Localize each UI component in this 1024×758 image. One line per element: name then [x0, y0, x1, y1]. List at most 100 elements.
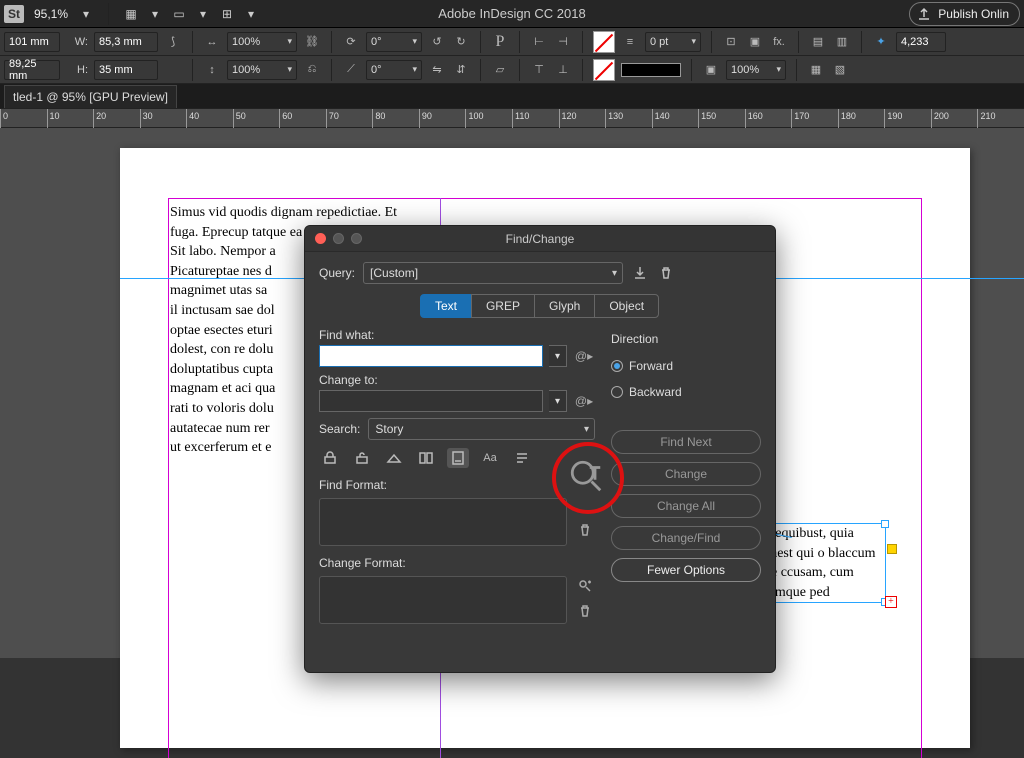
numeric-field[interactable]: 4,233 [896, 32, 946, 52]
divider [861, 31, 862, 53]
text-wrap-jump-icon[interactable]: ▧ [831, 61, 849, 79]
tab-glyph[interactable]: Glyph [534, 294, 595, 318]
query-dropdown[interactable]: [Custom] [363, 262, 623, 284]
query-label: Query: [319, 266, 355, 280]
dropdown-icon[interactable]: ▾ [147, 6, 163, 22]
search-scope-dropdown[interactable]: Story [368, 418, 595, 440]
divider [519, 31, 520, 53]
include-locked-stories-icon[interactable] [351, 448, 373, 468]
frame-handle[interactable] [881, 520, 889, 528]
find-format-box[interactable] [319, 498, 567, 546]
clear-change-format-icon[interactable] [577, 603, 593, 622]
save-query-icon[interactable] [631, 264, 649, 282]
forward-label: Forward [629, 359, 673, 373]
chain-icon[interactable]: ⛓ [303, 33, 321, 51]
center-content-icon[interactable]: ▣ [702, 61, 720, 79]
dropdown-icon[interactable]: ▾ [195, 6, 211, 22]
transform-icon[interactable]: ✦ [872, 33, 890, 51]
divider [108, 3, 109, 25]
delete-query-icon[interactable] [657, 264, 675, 282]
flip-horizontal-icon[interactable]: ⇋ [428, 61, 446, 79]
align-centers-icon[interactable]: ⊣ [554, 33, 572, 51]
document-tab[interactable]: tled-1 @ 95% [GPU Preview] [4, 85, 177, 108]
change-all-button[interactable]: Change All [611, 494, 761, 518]
fit-frame-icon[interactable]: ▣ [746, 33, 764, 51]
change-format-box[interactable] [319, 576, 567, 624]
dialog-titlebar[interactable]: Find/Change [305, 226, 775, 252]
screen-mode-icon[interactable]: ▭ [171, 6, 187, 22]
flip-vertical-icon[interactable]: ⇵ [452, 61, 470, 79]
align-top-icon[interactable]: ⊤ [530, 61, 548, 79]
specify-change-format-icon[interactable] [577, 578, 593, 597]
special-chars-icon[interactable]: @▸ [573, 394, 595, 408]
maximize-icon[interactable] [351, 233, 362, 244]
align-left-edges-icon[interactable]: ⊢ [530, 33, 548, 51]
text-wrap-none-icon[interactable]: ▤ [809, 33, 827, 51]
dropdown-icon[interactable]: ▾ [243, 6, 259, 22]
change-find-button[interactable]: Change/Find [611, 526, 761, 550]
publish-online-button[interactable]: Publish Onlin [909, 2, 1020, 26]
scale-x-field[interactable]: 100% [227, 32, 297, 52]
clear-find-format-icon[interactable] [577, 522, 593, 541]
text-wrap-bounding-icon[interactable]: ▥ [833, 33, 851, 51]
stroke-swatch[interactable] [593, 59, 615, 81]
include-locked-layers-icon[interactable] [319, 448, 341, 468]
shear-field[interactable]: 0° [366, 60, 422, 80]
find-what-label: Find what: [319, 328, 595, 342]
stock-badge[interactable]: St [4, 5, 24, 23]
clear-transform-icon[interactable]: ⎌ [303, 61, 321, 79]
include-master-pages-icon[interactable] [415, 448, 437, 468]
direction-forward-radio[interactable]: Forward [611, 359, 761, 373]
w-label: W: [66, 36, 88, 48]
dropdown-icon[interactable]: ▾ [78, 6, 94, 22]
paragraph-style-icon[interactable]: P [491, 33, 509, 51]
find-what-history-dropdown[interactable]: ▾ [549, 345, 567, 367]
include-footnotes-icon[interactable] [447, 448, 469, 468]
y-field[interactable]: 89,25 mm [4, 60, 60, 80]
effects-icon[interactable]: fx. [770, 33, 788, 51]
fit-content-icon[interactable]: ⊡ [722, 33, 740, 51]
opacity-field[interactable]: 100% [726, 60, 786, 80]
direction-backward-radio[interactable]: Backward [611, 385, 761, 399]
text-wrap-shape-icon[interactable]: ▦ [807, 61, 825, 79]
x-field[interactable]: 101 mm [4, 32, 60, 52]
close-icon[interactable] [315, 233, 326, 244]
special-chars-icon[interactable]: @▸ [573, 349, 595, 363]
change-to-history-dropdown[interactable]: ▾ [549, 390, 567, 412]
rotate-field[interactable]: 0° [366, 32, 422, 52]
horizontal-ruler[interactable]: 0102030405060708090100110120130140150160… [0, 108, 1024, 128]
tab-grep[interactable]: GREP [471, 294, 535, 318]
change-to-input[interactable] [319, 390, 543, 412]
minimize-icon[interactable] [333, 233, 344, 244]
arrange-icon[interactable]: ⊞ [219, 6, 235, 22]
w-field[interactable]: 85,3 mm [94, 32, 158, 52]
divider [711, 31, 712, 53]
tab-object[interactable]: Object [594, 294, 659, 318]
divider [582, 31, 583, 53]
anchor-indicator[interactable] [887, 544, 897, 554]
find-next-button[interactable]: Find Next [611, 430, 761, 454]
h-field[interactable]: 35 mm [94, 60, 158, 80]
whole-word-icon[interactable] [511, 448, 533, 468]
rotate-cw-icon[interactable]: ↻ [452, 33, 470, 51]
include-hidden-layers-icon[interactable] [383, 448, 405, 468]
divider [519, 59, 520, 81]
app-menu-bar: St 95,1% ▾ ▦ ▾ ▭ ▾ ⊞ ▾ Adobe InDesign CC… [0, 0, 1024, 28]
scale-y-field[interactable]: 100% [227, 60, 297, 80]
rotate-ccw-icon[interactable]: ↺ [428, 33, 446, 51]
stroke-style[interactable] [621, 63, 681, 77]
view-options-icon[interactable]: ▦ [123, 6, 139, 22]
stroke-weight-field[interactable]: 0 pt [645, 32, 701, 52]
select-container-icon[interactable]: ▱ [491, 61, 509, 79]
zoom-percent[interactable]: 95,1% [34, 7, 68, 21]
tab-text[interactable]: Text [420, 294, 472, 318]
overset-text-indicator[interactable]: + [885, 596, 897, 608]
case-sensitive-icon[interactable]: Aa [479, 448, 501, 468]
constrain-proportions-icon[interactable]: ⟆ [164, 33, 182, 51]
document-tab-bar: tled-1 @ 95% [GPU Preview] [0, 84, 1024, 108]
align-bottom-icon[interactable]: ⊥ [554, 61, 572, 79]
fill-swatch[interactable] [593, 31, 615, 53]
find-what-input[interactable] [319, 345, 543, 367]
change-button[interactable]: Change [611, 462, 761, 486]
fewer-options-button[interactable]: Fewer Options [611, 558, 761, 582]
